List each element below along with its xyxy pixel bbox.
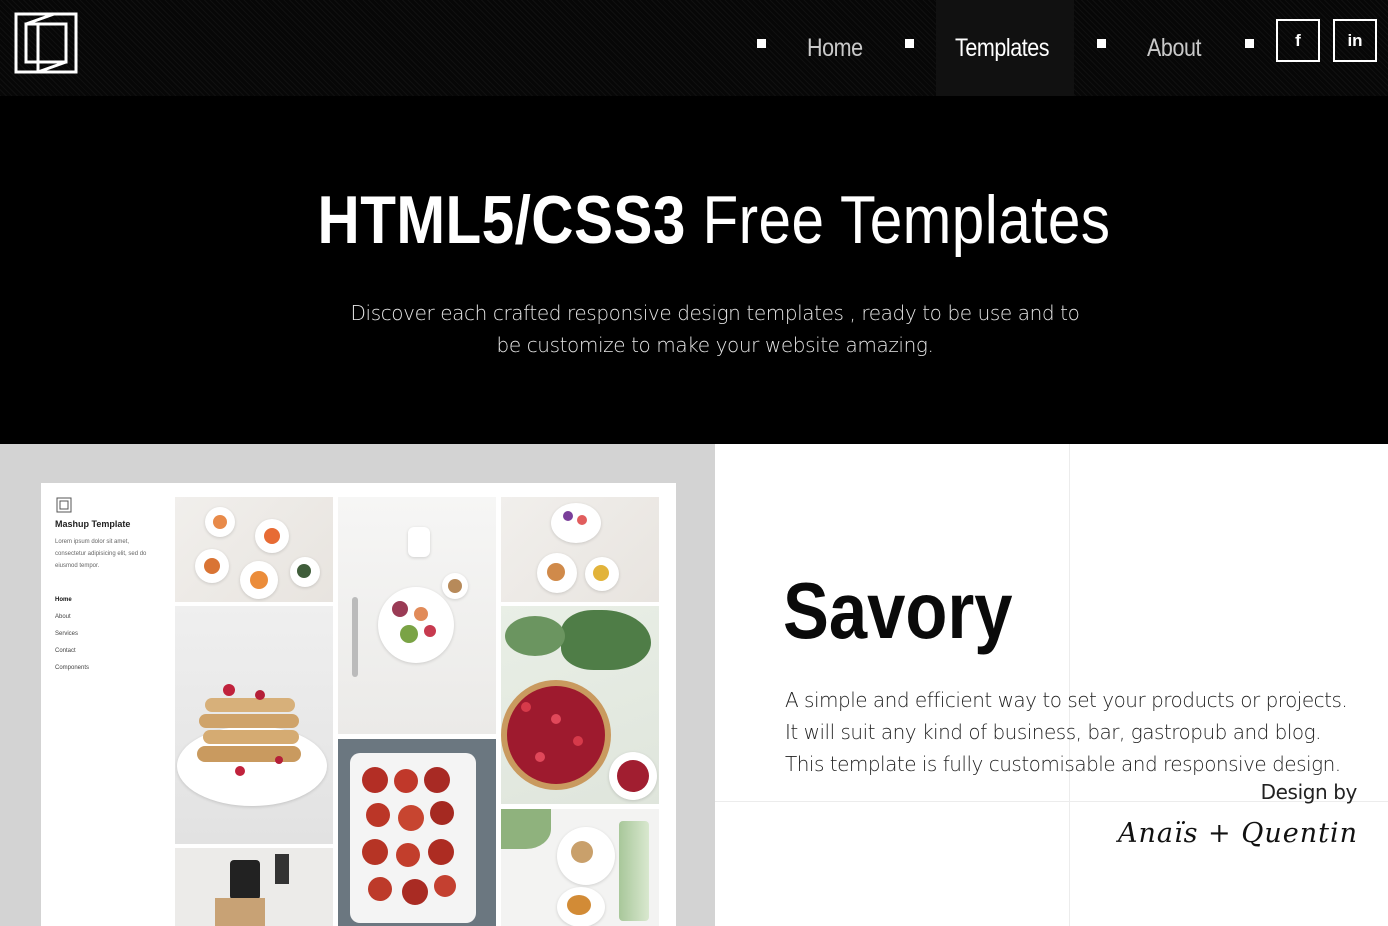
template-preview[interactable]: Mashup Template Lorem ipsum dolor sit am… [0,444,715,926]
hero-title-bold: HTML5/CSS3 [317,182,686,258]
template-description-line: This template is fully customisable and … [785,752,1341,776]
food-photo-pancakes [175,606,333,844]
food-photo-tart [501,606,659,804]
nav-bullet-icon [1245,39,1254,48]
nav-home[interactable]: Home [807,0,863,96]
template-title[interactable]: Savory [783,566,1012,656]
mock-title: Mashup Template [55,519,131,529]
food-photo-coffee [175,848,333,926]
mock-nav-item: Services [55,631,79,637]
hero-subtitle-line: be customize to make your website amazin… [496,333,934,357]
nav-templates[interactable]: Templates [955,0,1050,96]
nav-bullet-icon [757,39,766,48]
mock-nav-item: Contact [55,648,76,654]
template-description: A simple and efficient way to set your p… [785,684,1385,780]
mock-nav: Home About Services Contact Components [55,592,89,677]
nav-bullet-icon [905,39,914,48]
designer-signature: Anaïs + Quentin [1117,818,1358,849]
nav-bullet-icon [1097,39,1106,48]
site-header: Home Templates About f in [0,0,1388,96]
nav-about[interactable]: About [1147,0,1201,96]
food-photo-plums [338,739,496,926]
template-description-line: It will suit any kind of business, bar, … [785,720,1322,744]
food-photo-brunch [501,497,659,602]
logo-icon[interactable] [14,12,78,74]
design-by-label: Design by [1260,780,1358,804]
linkedin-icon[interactable]: in [1333,19,1377,62]
mock-logo-icon [56,497,72,513]
hero-title: HTML5/CSS3 Free Templates [100,182,1328,258]
mock-nav-item: About [55,614,71,620]
template-description-line: A simple and efficient way to set your p… [785,688,1348,712]
mock-nav-item: Components [55,665,90,671]
facebook-icon[interactable]: f [1276,19,1320,62]
food-photo-plates [175,497,333,602]
template-info: Savory A simple and efficient way to set… [715,444,1388,926]
food-photo-breakfast [338,497,496,734]
hero-subtitle-line: Discover each crafted responsive design … [350,301,1080,325]
template-screenshot: Mashup Template Lorem ipsum dolor sit am… [41,483,676,926]
hero-title-rest: Free Templates [685,182,1111,258]
hero-subtitle: Discover each crafted responsive design … [340,297,1090,361]
mock-nav-item: Home [55,597,72,603]
hero-section: HTML5/CSS3 Free Templates Discover each … [0,96,1388,444]
mock-description: Lorem ipsum dolor sit amet, consectetur … [55,539,147,569]
food-photo-lunch [501,809,659,926]
